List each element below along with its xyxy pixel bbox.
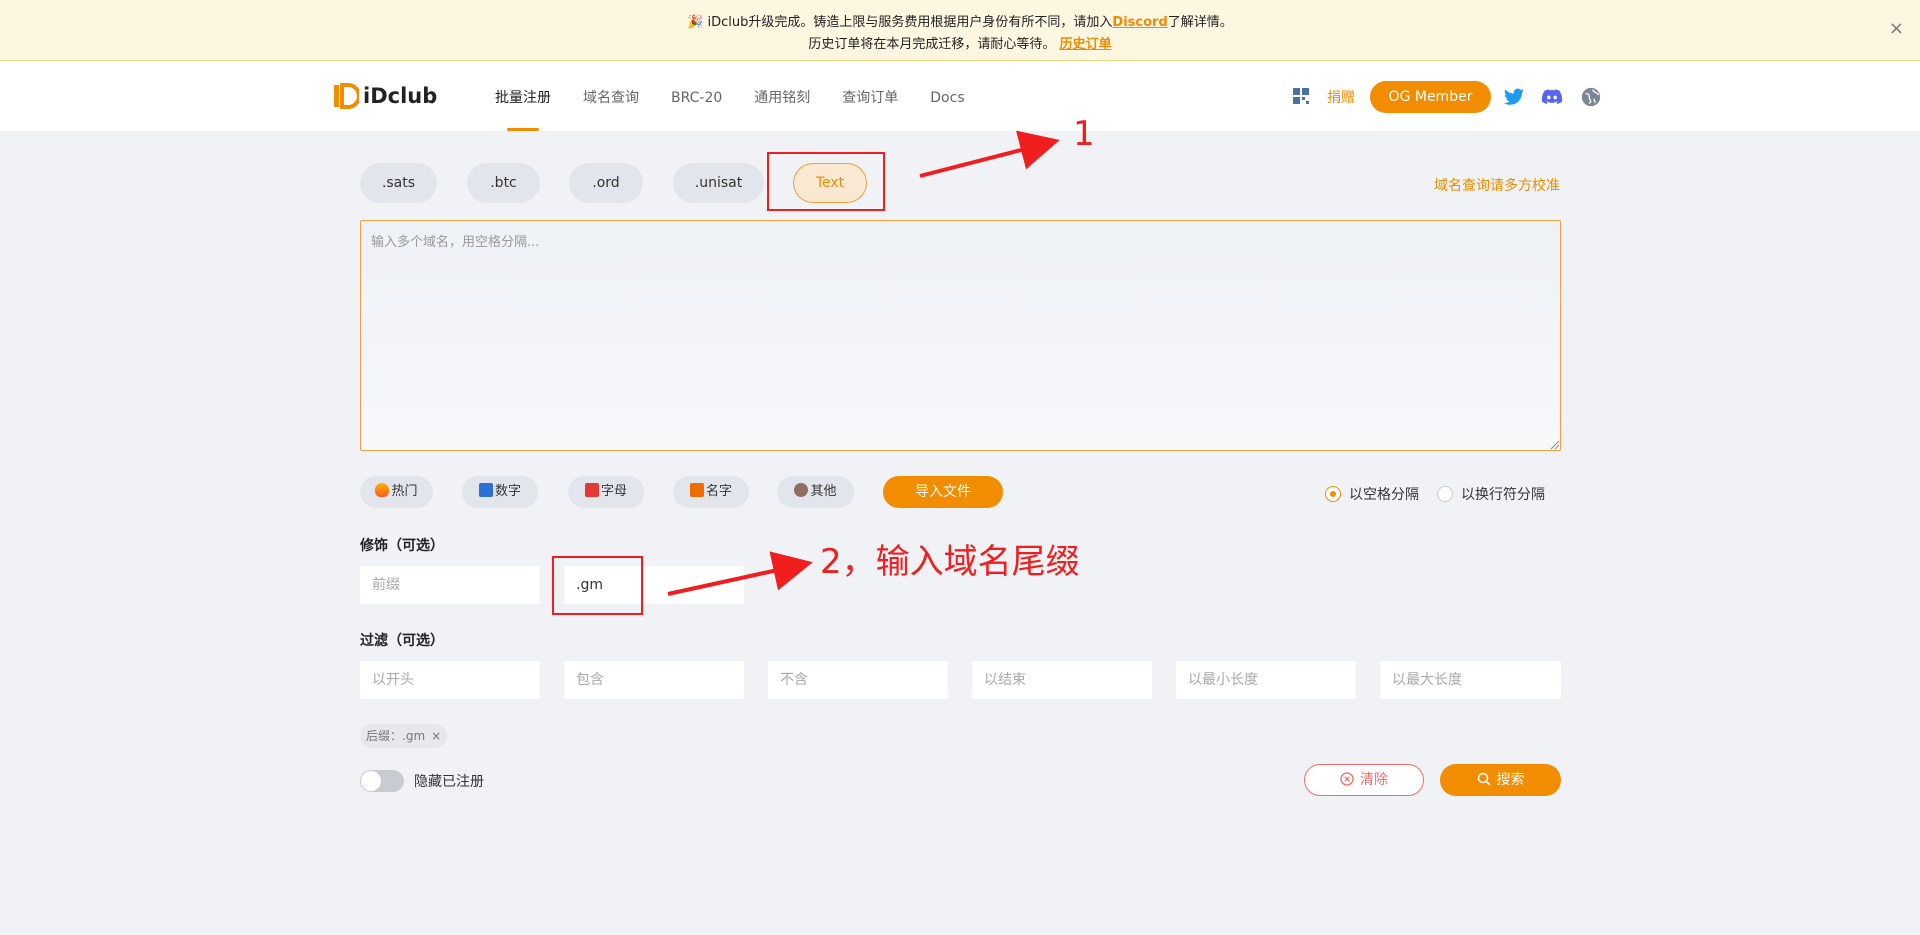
close-icon[interactable]: × (1889, 18, 1904, 39)
clear-button-label: 清除 (1360, 772, 1388, 788)
filter-excludes-input[interactable] (768, 661, 948, 699)
radio-space-label: 以空格分隔 (1349, 487, 1419, 503)
hide-registered-label: 隐藏已注册 (414, 774, 484, 790)
radio-selected-indicator (1325, 486, 1341, 502)
globe-icon[interactable] (1580, 86, 1602, 108)
filter-min-length-input[interactable] (1176, 661, 1356, 699)
annotation-box-1 (767, 152, 885, 211)
person-icon (794, 483, 809, 497)
numbers-icon (478, 483, 493, 497)
logo-icon (334, 83, 359, 109)
announcement-text-2: 历史订单将在本月完成迁移，请耐心等待。 (808, 37, 1056, 52)
top-header: iDclub 批量注册 域名查询 BRC-20 通用铭刻 查询订单 Docs 捐… (0, 61, 1920, 131)
remove-tag-icon[interactable]: × (431, 729, 441, 743)
main-nav: 批量注册 域名查询 BRC-20 通用铭刻 查询订单 Docs (495, 61, 997, 131)
annotation-arrows (667, 130, 1060, 596)
chip-other[interactable]: 其他 (777, 476, 854, 508)
chip-letters-label: 字母 (600, 484, 627, 499)
order-history-link[interactable]: 历史订单 (1060, 37, 1112, 52)
logo-text: iDclub (363, 84, 438, 108)
annotation-box-2 (552, 556, 643, 615)
decoration-label: 修饰（可选） (360, 538, 444, 554)
nav-batch-register[interactable]: 批量注册 (495, 61, 551, 131)
grid-icon[interactable] (1293, 88, 1309, 104)
nav-inscribe[interactable]: 通用铭刻 (754, 61, 810, 131)
nav-domain-search[interactable]: 域名查询 (583, 61, 639, 131)
fire-icon (375, 483, 390, 497)
og-member-button[interactable]: OG Member (1370, 81, 1491, 113)
suffix-tag-label: 后缀： (366, 729, 403, 743)
radio-indicator (1437, 486, 1453, 502)
announcement-line-1: 🎉 iDclub升级完成。铸造上限与服务费用根据用户身份有所不同，请加入Disc… (0, 11, 1920, 30)
letters-icon (584, 483, 599, 497)
filter-label: 过滤（可选） (360, 633, 444, 649)
chip-names-label: 名字 (705, 484, 732, 499)
twitter-icon[interactable] (1503, 86, 1525, 108)
filter-starts-with-input[interactable] (360, 661, 540, 699)
clear-button[interactable]: 清除 (1304, 764, 1424, 796)
chip-numbers-label: 数字 (494, 484, 521, 499)
chip-letters[interactable]: 字母 (568, 476, 644, 508)
tab-ord[interactable]: .ord (569, 163, 643, 203)
radio-space-separator[interactable]: 以空格分隔 (1325, 484, 1419, 504)
clear-icon (1340, 772, 1354, 786)
book-icon (689, 483, 704, 497)
annotation-label-1: 1 (1073, 114, 1095, 154)
radio-newline-separator[interactable]: 以换行符分隔 (1437, 484, 1545, 504)
resize-handle-icon[interactable] (1550, 440, 1560, 450)
donate-link[interactable]: 捐赠 (1327, 87, 1355, 107)
suffix-tag: 后缀：.gm × (360, 724, 448, 748)
domain-names-textarea[interactable] (360, 220, 1561, 451)
announcement-banner: 🎉 iDclub升级完成。铸造上限与服务费用根据用户身份有所不同，请加入Disc… (0, 0, 1920, 61)
nav-brc20[interactable]: BRC-20 (671, 61, 722, 131)
chip-other-label: 其他 (810, 484, 837, 499)
hide-registered-toggle[interactable] (360, 770, 404, 792)
filter-max-length-input[interactable] (1380, 661, 1561, 699)
announcement-text-1-suffix: 了解详情。 (1167, 15, 1233, 30)
announcement-line-2: 历史订单将在本月完成迁移，请耐心等待。 历史订单 (0, 33, 1920, 52)
discord-icon[interactable] (1541, 86, 1563, 108)
chip-names[interactable]: 名字 (673, 476, 749, 508)
tab-unisat[interactable]: .unisat (673, 163, 764, 203)
search-button[interactable]: 搜索 (1440, 764, 1561, 796)
prefix-input[interactable] (360, 566, 540, 604)
logo[interactable]: iDclub (333, 81, 437, 111)
verify-hint-link[interactable]: 域名查询请多方校准 (1434, 175, 1560, 195)
radio-newline-label: 以换行符分隔 (1461, 487, 1545, 503)
search-button-label: 搜索 (1496, 772, 1525, 788)
discord-link[interactable]: Discord (1112, 15, 1167, 30)
announcement-text-1: 🎉 iDclub升级完成。铸造上限与服务费用根据用户身份有所不同，请加入 (687, 15, 1113, 30)
search-icon (1477, 772, 1491, 786)
annotation-label-2: 2，输入域名尾缀 (820, 542, 1080, 582)
filter-contains-input[interactable] (564, 661, 744, 699)
chip-hot-label: 热门 (391, 484, 418, 499)
filter-ends-with-input[interactable] (972, 661, 1152, 699)
tab-btc[interactable]: .btc (467, 163, 540, 203)
nav-orders[interactable]: 查询订单 (842, 61, 898, 131)
nav-docs[interactable]: Docs (930, 61, 964, 131)
chip-hot[interactable]: 热门 (360, 476, 433, 508)
suffix-tag-value: .gm (402, 729, 426, 743)
chip-numbers[interactable]: 数字 (462, 476, 538, 508)
tab-sats[interactable]: .sats (360, 163, 437, 203)
import-file-button[interactable]: 导入文件 (883, 476, 1003, 508)
